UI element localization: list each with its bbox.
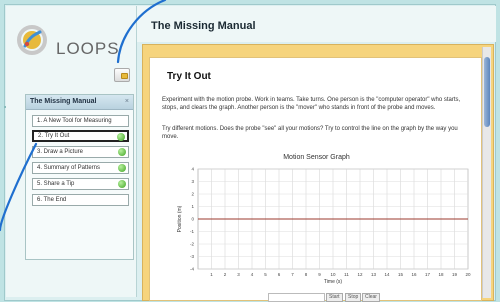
x-tick-label: 13 <box>371 272 377 277</box>
x-tick-label: 3 <box>237 272 240 277</box>
content-scrollbar[interactable] <box>482 47 491 298</box>
x-tick-label: 10 <box>330 272 336 277</box>
go-icon[interactable] <box>118 148 126 156</box>
bookmark-icon <box>121 73 128 79</box>
toc-toggle-button[interactable] <box>114 68 130 82</box>
toc-item-4[interactable]: 4. Summary of Patterns <box>32 162 129 174</box>
toc-title: The Missing Manual <box>30 98 97 105</box>
x-tick-label: 19 <box>452 272 458 277</box>
x-tick-label: 7 <box>291 272 294 277</box>
logo-text: LOOPS <box>56 39 120 58</box>
x-tick-label: 8 <box>305 272 308 277</box>
toc-item-2[interactable]: 2. Try It Out <box>32 130 129 142</box>
go-icon[interactable] <box>118 164 126 172</box>
graph-title: Motion Sensor Graph <box>283 154 350 161</box>
go-icon[interactable] <box>117 133 125 141</box>
section-title: Try It Out <box>167 71 211 82</box>
x-tick-label: 9 <box>318 272 321 277</box>
x-tick-label: 1 <box>210 272 213 277</box>
y-axis-ticks: -4 -3 -2 -1 0 1 2 3 4 <box>190 167 195 272</box>
toc-item-label: 1. A New Tool for Measuring <box>37 118 112 124</box>
y-tick-label: 2 <box>191 192 194 197</box>
toc-item-label: 2. Try It Out <box>38 133 70 139</box>
x-tick-label: 4 <box>251 272 254 277</box>
instructions-paragraph-2: Try different motions. Does the probe "s… <box>162 126 458 140</box>
toc-item-label: 4. Summary of Patterns <box>37 165 101 171</box>
left-panel: LOOPS The Missing Manual × 1. A New Tool… <box>6 6 137 297</box>
x-tick-label: 15 <box>398 272 404 277</box>
toc-item-label: 3. Draw a Picture <box>37 149 84 155</box>
toc-item-3[interactable]: 3. Draw a Picture <box>32 146 129 158</box>
x-axis-label: Time (s) <box>324 279 342 285</box>
toc-item-1[interactable]: 1. A New Tool for Measuring <box>32 115 129 127</box>
toc-header: The Missing Manual × <box>26 95 133 110</box>
y-tick-label: -1 <box>190 229 194 234</box>
loops-logo-icon <box>17 25 47 55</box>
motion-sensor-graph[interactable]: 1 2 3 4 5 6 7 8 9 10 11 12 13 14 15 16 17 18 19 20 -4-3-2-1… <box>174 165 474 286</box>
table-of-contents: The Missing Manual × 1. A New Tool for M… <box>25 94 134 260</box>
x-tick-label: 14 <box>384 272 390 277</box>
toc-close-icon[interactable]: × <box>125 95 129 109</box>
content-page: Try It Out Experiment with the motion pr… <box>149 57 482 302</box>
y-tick-label: -4 <box>190 267 194 272</box>
x-tick-label: 17 <box>425 272 431 277</box>
x-tick-label: 18 <box>438 272 444 277</box>
y-tick-label: 3 <box>191 179 194 184</box>
decorative-dot <box>4 106 6 108</box>
y-tick-label: 1 <box>191 204 194 209</box>
toc-item-label: 5. Share a Tip <box>37 181 75 187</box>
y-tick-label: -3 <box>190 254 194 259</box>
x-axis-ticks: 1 2 3 4 5 6 7 8 9 10 11 12 13 14 15 16 17 18 19 20 <box>210 272 471 277</box>
y-tick-label: 0 <box>191 217 194 222</box>
x-tick-label: 16 <box>411 272 417 277</box>
toc-item-5[interactable]: 5. Share a Tip <box>32 178 129 190</box>
x-tick-label: 11 <box>344 272 349 277</box>
y-tick-label: -2 <box>190 242 194 247</box>
x-tick-label: 5 <box>264 272 267 277</box>
y-axis-label: Position (m) <box>177 205 183 232</box>
toc-item-label: 6. The End <box>37 197 67 203</box>
instructions-paragraph: Experiment with the motion probe. Work i… <box>162 97 461 111</box>
toc-item-6[interactable]: 6. The End <box>32 194 129 206</box>
x-tick-label: 12 <box>357 272 363 277</box>
x-tick-label: 6 <box>278 272 281 277</box>
x-tick-label: 20 <box>465 272 471 277</box>
page-title: The Missing Manual <box>151 20 256 32</box>
go-icon[interactable] <box>118 180 126 188</box>
scrollbar-thumb[interactable] <box>484 57 490 127</box>
x-tick-label: 2 <box>224 272 227 277</box>
y-tick-label: 4 <box>191 167 194 172</box>
main-header: The Missing Manual <box>137 6 496 42</box>
content-area: Try It Out Experiment with the motion pr… <box>142 44 494 302</box>
